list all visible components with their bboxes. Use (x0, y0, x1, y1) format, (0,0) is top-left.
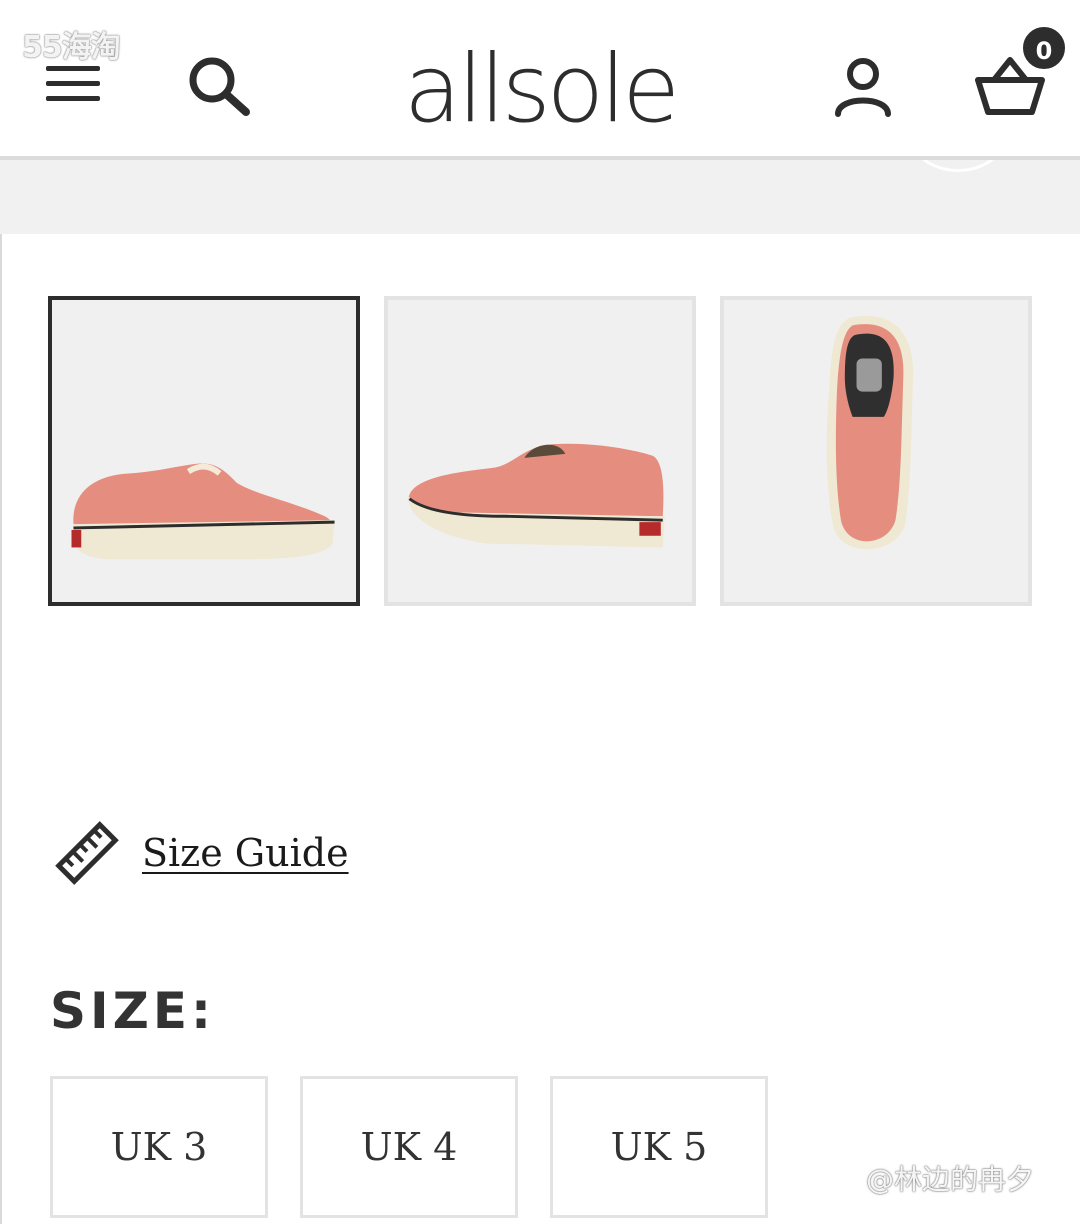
size-option-uk4[interactable]: UK 4 (300, 1076, 518, 1218)
site-header: 55海淘 allsole 0 (0, 0, 1080, 156)
account-button[interactable] (832, 56, 894, 118)
image-control-circle[interactable] (910, 160, 1006, 172)
hamburger-icon-line (46, 81, 100, 86)
search-icon (189, 57, 250, 116)
search-button[interactable] (184, 54, 256, 120)
shoe-top-image (826, 315, 914, 550)
size-option-uk3[interactable]: UK 3 (50, 1076, 268, 1218)
menu-button[interactable] (40, 60, 106, 108)
thumbnail-side-view[interactable] (48, 296, 360, 606)
shoe-side-image (71, 463, 335, 560)
account-icon (835, 58, 891, 117)
hamburger-icon (46, 66, 100, 71)
main-image-area (0, 160, 1080, 234)
basket-count-badge: 0 (1020, 24, 1068, 72)
size-guide-link[interactable]: Size Guide (52, 818, 349, 888)
size-heading: SIZE: (50, 982, 216, 1040)
hamburger-icon-line (46, 96, 100, 101)
watermark-bottom: @林边的冉夕 (866, 1163, 1035, 1196)
size-option-uk5[interactable]: UK 5 (550, 1076, 768, 1218)
shoe-angle-image (407, 443, 665, 548)
thumbnail-top-view[interactable] (720, 296, 1032, 606)
site-logo[interactable]: allsole (370, 40, 710, 140)
size-guide-label[interactable]: Size Guide (142, 831, 349, 875)
ruler-icon (55, 821, 119, 885)
thumbnail-angle-view[interactable] (384, 296, 696, 606)
